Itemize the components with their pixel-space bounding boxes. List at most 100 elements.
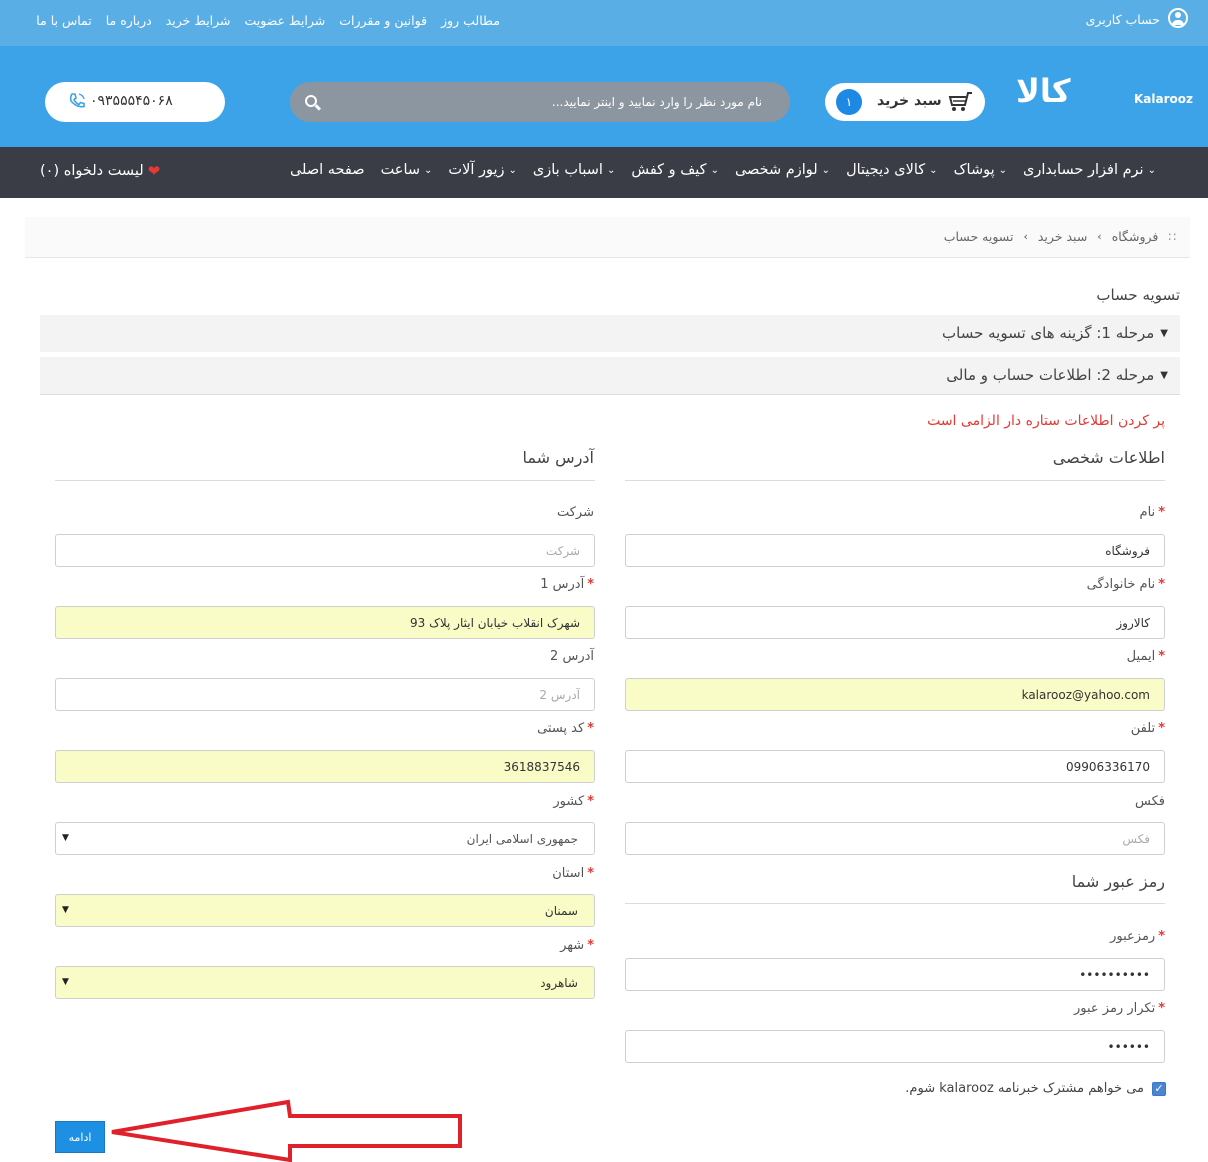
- address1-label: * آدرس 1: [540, 577, 594, 592]
- phone-number[interactable]: ۰۹۳۵۵۵۴۵۰۶۸: [90, 93, 173, 109]
- chevron-down-icon: ⌄: [998, 164, 1008, 176]
- company-label: شرکت: [557, 505, 594, 520]
- breadcrumb-home-icon[interactable]: ∷: [1168, 230, 1176, 244]
- city-value: شاهرود: [540, 976, 578, 990]
- nav-item-home[interactable]: صفحه اصلی: [290, 162, 365, 178]
- label-text: تلفن: [1130, 721, 1156, 736]
- cart-button[interactable]: ۱ سبد خرید: [825, 83, 985, 121]
- divider: [55, 480, 595, 481]
- chevron-down-icon: ⌄: [821, 164, 831, 176]
- top-link-rules[interactable]: قوانین و مقررات: [339, 13, 427, 28]
- nav-item-accounting-software[interactable]: نرم افزار حسابداری ⌄: [1023, 162, 1156, 178]
- continue-button[interactable]: ادامه: [55, 1121, 105, 1153]
- postcode-field[interactable]: [55, 750, 595, 783]
- phone-field[interactable]: [625, 750, 1165, 783]
- required-star-icon: *: [587, 577, 594, 592]
- last-name-field[interactable]: [625, 606, 1165, 639]
- required-star-icon: *: [1158, 505, 1165, 520]
- required-star-icon: *: [587, 721, 594, 736]
- logo[interactable]: کالا Kalarooz: [1016, 68, 1193, 112]
- province-select[interactable]: سمنان ▼: [55, 894, 595, 927]
- label-text: نام: [1139, 505, 1156, 520]
- account-link[interactable]: حساب کاربری: [1086, 12, 1160, 27]
- nav-item-toys[interactable]: اسباب بازی ⌄: [533, 162, 615, 178]
- label-text: فکس: [1135, 794, 1165, 809]
- step-2-heading: مرحله 2: اطلاعات حساب و مالی ▼: [946, 366, 1168, 384]
- required-star-icon: *: [587, 938, 594, 953]
- step-2-label: مرحله 2: اطلاعات حساب و مالی: [946, 366, 1155, 384]
- wishlist-link[interactable]: لیست دلخواه (۰) ❤: [40, 162, 160, 180]
- address-section-title: آدرس شما: [522, 448, 594, 467]
- nav-item-label: ساعت: [380, 162, 421, 178]
- nav-item-bags-shoes[interactable]: کیف و کفش ⌄: [631, 162, 719, 178]
- nav-item-label: کالای دیجیتال: [846, 162, 926, 178]
- nav-item-label: پوشاک: [953, 162, 995, 178]
- top-link-purchase-terms[interactable]: شرایط خرید: [166, 13, 231, 28]
- header: کالا Kalarooz ۱ سبد خرید ۰۹۳۵۵۵۴۵۰۶۸: [0, 46, 1208, 147]
- chevron-down-icon: ⌄: [424, 164, 433, 176]
- nav-item-label: نرم افزار حسابداری: [1023, 162, 1144, 178]
- nav-item-clothing[interactable]: پوشاک ⌄: [954, 162, 1007, 178]
- newsletter-label: می خواهم مشترک خبرنامه kalarooz شوم.: [905, 1081, 1144, 1096]
- province-label: * استان: [552, 866, 594, 881]
- nav-item-watch[interactable]: ساعت ⌄: [381, 162, 433, 178]
- divider: [625, 903, 1165, 904]
- password-label: * رمزعبور: [1110, 929, 1165, 944]
- email-field[interactable]: [625, 678, 1165, 711]
- cart-label: سبد خرید: [877, 93, 942, 109]
- newsletter-checkbox[interactable]: ✓: [1152, 1081, 1166, 1096]
- top-link-about[interactable]: درباره ما: [106, 13, 152, 28]
- cart-icon: [948, 92, 972, 111]
- company-field[interactable]: [55, 534, 595, 567]
- select-arrow-icon: ▼: [62, 977, 69, 987]
- chevron-down-icon: ⌄: [606, 164, 616, 176]
- chevron-down-icon: ⌄: [1147, 164, 1156, 176]
- top-link-membership-terms[interactable]: شرایط عضویت: [245, 13, 326, 28]
- breadcrumb-checkout[interactable]: تسویه حساب: [944, 229, 1014, 244]
- required-star-icon: *: [1158, 929, 1165, 944]
- label-text: نام خانوادگی: [1086, 577, 1156, 592]
- label-text: رمزعبور: [1110, 929, 1156, 944]
- nav-item-personal[interactable]: لوازم شخصی ⌄: [735, 162, 830, 178]
- first-name-label: * نام: [1140, 505, 1165, 520]
- top-link-contact[interactable]: تماس با ما: [36, 13, 92, 28]
- logo-text: کالا: [1016, 72, 1071, 110]
- password-field[interactable]: [625, 958, 1165, 991]
- fax-field[interactable]: [625, 822, 1165, 855]
- top-bar: تماس با ما درباره ما شرایط خرید شرایط عض…: [0, 0, 1208, 46]
- user-icon[interactable]: [1168, 8, 1188, 28]
- address2-field[interactable]: [55, 678, 595, 711]
- search-input[interactable]: [330, 82, 770, 122]
- label-text: آدرس 2: [550, 649, 594, 664]
- chevron-down-icon: ⌄: [929, 164, 938, 176]
- nav-item-label: کیف و کفش: [631, 162, 707, 178]
- country-select[interactable]: جمهوری اسلامی ایران ▼: [55, 822, 595, 855]
- required-star-icon: *: [1158, 577, 1165, 592]
- chevron-left-icon: ‹: [1097, 230, 1102, 243]
- nav-item-label: اسباب بازی: [532, 162, 603, 178]
- breadcrumb: ∷ فروشگاه ‹ سبد خرید ‹ تسویه حساب: [944, 229, 1176, 244]
- label-text: استان: [552, 866, 585, 881]
- select-arrow-icon: ▼: [62, 833, 69, 843]
- top-link-articles[interactable]: مطالب روز: [441, 13, 500, 28]
- confirm-password-field[interactable]: [625, 1030, 1165, 1063]
- label-text: کشور: [553, 794, 585, 809]
- breadcrumb-cart[interactable]: سبد خرید: [1038, 229, 1087, 244]
- nav-item-digital[interactable]: کالای دیجیتال ⌄: [846, 162, 938, 178]
- required-star-icon: *: [1158, 721, 1165, 736]
- nav-item-jewelry[interactable]: زیور آلات ⌄: [448, 162, 516, 178]
- first-name-field[interactable]: [625, 534, 1165, 567]
- search-icon[interactable]: [305, 95, 317, 107]
- province-value: سمنان: [544, 904, 578, 918]
- step-2-panel[interactable]: مرحله 2: اطلاعات حساب و مالی ▼: [40, 357, 1180, 394]
- step-1-panel[interactable]: مرحله 1: گزینه های تسویه حساب ▼: [40, 315, 1180, 352]
- select-arrow-icon: ▼: [62, 905, 69, 915]
- breadcrumb-store[interactable]: فروشگاه: [1112, 229, 1159, 244]
- city-select[interactable]: شاهرود ▼: [55, 966, 595, 999]
- required-star-icon: *: [587, 866, 594, 881]
- main-nav: صفحه اصلی ساعت ⌄ زیور آلات ⌄ اسباب بازی ⌄ ک…: [0, 147, 1208, 198]
- required-star-icon: *: [1158, 1001, 1165, 1016]
- label-text: تکرار رمز عبور: [1073, 1001, 1156, 1016]
- phone-label: * تلفن: [1131, 721, 1165, 736]
- address1-field[interactable]: [55, 606, 595, 639]
